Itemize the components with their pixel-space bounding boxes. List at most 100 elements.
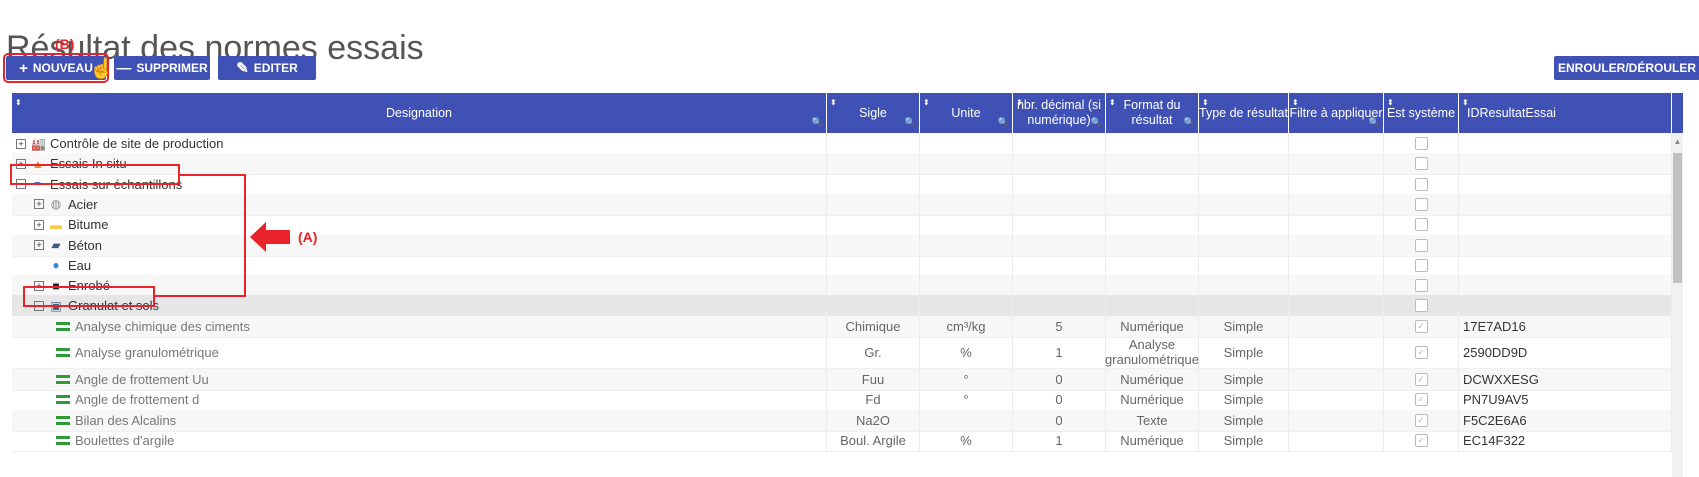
system-checkbox[interactable]: ✓ [1414,373,1428,386]
column-header-filtre[interactable]: ⬍ Filtre à appliquer 🔍 [1289,93,1384,133]
expand-icon[interactable]: + [34,219,44,230]
concrete-truck-icon: ▰ [51,238,61,252]
sigle-cell: Fd [827,389,920,411]
sort-icon[interactable]: ⬍ [1462,95,1469,110]
system-checkbox[interactable]: ✓ [1414,433,1428,447]
system-checkbox[interactable] [1414,177,1428,191]
grid-cell [1289,234,1384,256]
delete-button[interactable]: — SUPPRIMER [114,56,210,80]
system-checkbox[interactable]: ✓ [1414,393,1428,407]
column-header-designation[interactable]: ⬍ Designation 🔍 [12,93,827,133]
result-row[interactable]: Analyse granulométrique Gr.% 1 Analyse gran… [12,336,1683,369]
annotation-box-granulat [23,286,155,307]
grid-cell [1289,193,1384,215]
system-checkbox[interactable] [1414,137,1428,150]
system-checkbox[interactable] [1414,157,1428,171]
decimal-cell: 1 [1013,429,1106,451]
grid-cell [1289,173,1384,195]
grid-cell [1013,295,1106,317]
result-row[interactable]: Angle de frottement d Fd ° 0 Numérique Simple… [12,389,1683,412]
grid-cell [1384,275,1459,297]
result-row[interactable]: Angle de frottement Uu Fuu ° 0 Numérique Simp… [12,369,1683,391]
search-icon[interactable]: 🔍 [998,115,1009,130]
grid-cell [1106,173,1199,195]
sort-icon[interactable]: ⬍ [1109,95,1116,110]
column-header-sigle[interactable]: ⬍ Sigle 🔍 [827,93,920,133]
sort-icon[interactable]: ⬍ [830,95,837,110]
column-header-type[interactable]: ⬍ Type de résultat [1199,93,1289,133]
designation-cell: Bilan des Alcalins [12,409,827,431]
column-header-unite[interactable]: ⬍ Unite 🔍 [920,93,1013,133]
grid-cell [1199,295,1289,317]
tree-row[interactable]: − ✒ Essais sur échantillons [12,173,1683,196]
tree-row[interactable]: ● Eau [12,254,1683,277]
grid-cell [827,193,920,215]
search-icon[interactable]: 🔍 [1369,115,1380,130]
tree-node-label: Acier [68,196,98,212]
designation-cell: + ▰ Béton [12,234,827,256]
system-checkbox[interactable]: ✓ [1414,345,1428,359]
column-header-id[interactable]: ⬍ IDResultatEssai [1459,93,1672,133]
grid-cell [1384,153,1459,175]
expand-icon[interactable]: + [16,138,26,149]
result-node: Angle de frottement Uu [16,372,209,387]
grid-cell [1384,214,1459,236]
sort-icon[interactable]: ⬍ [1016,95,1023,110]
vertical-scrollbar[interactable]: ▲ [1672,133,1683,477]
type-cell: Simple [1199,336,1289,368]
grid-cell [1199,254,1289,276]
system-checkbox[interactable]: ✓ [1414,413,1428,427]
sort-icon[interactable]: ⬍ [923,95,930,110]
grid-cell [920,193,1013,215]
search-icon[interactable]: 🔍 [1091,115,1102,130]
grid-cell [1199,275,1289,297]
annotation-b-label: (B) [55,36,75,52]
sort-icon[interactable]: ⬍ [15,95,22,110]
tree-row[interactable]: + 🏭 Contrôle de site de production [12,133,1683,155]
sort-icon[interactable]: ⬍ [1202,95,1209,110]
unite-cell: % [920,429,1013,451]
result-node: Bilan des Alcalins [16,413,176,428]
result-row[interactable]: Analyse chimique des ciments Chimique cm³/… [12,315,1683,338]
grid-cell [827,254,920,276]
search-icon[interactable]: 🔍 [905,115,916,130]
column-header-systeme[interactable]: ⬍ Est système [1384,93,1459,133]
system-checkbox[interactable] [1414,197,1428,211]
sort-icon[interactable]: ⬍ [1292,95,1299,110]
system-checkbox[interactable]: ✓ [1414,319,1428,333]
tree-node-label: Bitume [68,217,109,233]
tree-row[interactable]: + ▲ Essais In situ [12,153,1683,176]
system-checkbox[interactable] [1414,238,1428,252]
grid-cell [920,133,1013,154]
tree-row[interactable]: + ■ Enrobé [12,275,1683,298]
grid-cell [1459,193,1672,215]
type-cell: Simple [1199,429,1289,451]
tree-row[interactable]: + ◍ Acier [12,193,1683,216]
grid-cell [1289,214,1384,236]
system-checkbox[interactable] [1414,218,1428,232]
edit-button[interactable]: ✎ EDITER [218,56,316,80]
system-checkbox[interactable] [1414,299,1428,313]
result-row[interactable]: Bilan des Alcalins Na2O 0 Texte Simple ✓ F5C2E… [12,409,1683,432]
format-cell: Numérique [1106,389,1199,411]
column-header-format[interactable]: ⬍ Format du résultat 🔍 [1106,93,1199,133]
grid-cell [1199,214,1289,236]
result-row[interactable]: Boulettes d'argile Boul. Argile% 1 Numériqu… [12,429,1683,452]
sort-icon[interactable]: ⬍ [1387,95,1394,110]
system-checkbox[interactable] [1414,279,1428,293]
grid-cell [1289,275,1384,297]
tree-row[interactable]: − ▣ Granulat et sols [12,295,1683,318]
scrollbar-thumb[interactable] [1673,153,1682,283]
scroll-up-icon[interactable]: ▲ [1672,137,1683,146]
search-icon[interactable]: 🔍 [812,115,823,130]
system-checkbox[interactable] [1414,258,1428,272]
column-header-decimal[interactable]: ⬍ nbr. décimal (si numérique) 🔍 [1013,93,1106,133]
grid-cell [1199,193,1289,215]
rollup-button[interactable]: ENROULER/DÉROULER [1554,56,1699,80]
expand-icon[interactable]: + [34,199,44,210]
designation-cell: Angle de frottement Uu [12,369,827,390]
grid-cell [1199,153,1289,175]
search-icon[interactable]: 🔍 [1184,115,1195,130]
expand-icon[interactable]: + [34,240,44,250]
grid-cell [1013,214,1106,236]
